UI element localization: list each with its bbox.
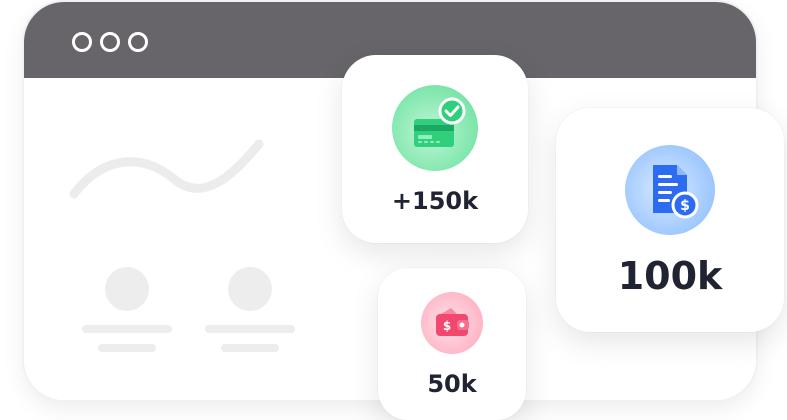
invoice-value: 100k — [617, 254, 723, 298]
wallet-value: 50k — [427, 370, 477, 398]
skeleton-line — [82, 325, 172, 333]
svg-text:$: $ — [680, 198, 690, 214]
credit-card-check-icon — [392, 85, 478, 171]
skeleton-line — [221, 344, 279, 352]
income-value: +150k — [391, 187, 479, 215]
wallet-dollar-icon: $ — [421, 292, 483, 354]
stage: +150k $ 100k $ 50k — [0, 0, 787, 420]
skeleton-line — [98, 344, 156, 352]
wallet-card[interactable]: $ 50k — [378, 268, 526, 420]
window-dot-2 — [100, 32, 120, 52]
window-dot-1 — [72, 32, 92, 52]
skeleton-line — [205, 325, 295, 333]
invoice-dollar-icon: $ — [625, 145, 715, 235]
svg-text:$: $ — [443, 319, 451, 333]
skeleton-wave-line — [69, 139, 264, 199]
income-card[interactable]: +150k — [342, 55, 528, 243]
invoice-card[interactable]: $ 100k — [556, 108, 784, 332]
window-dot-3 — [128, 32, 148, 52]
skeleton-avatar-1 — [105, 267, 149, 311]
skeleton-avatar-2 — [228, 267, 272, 311]
